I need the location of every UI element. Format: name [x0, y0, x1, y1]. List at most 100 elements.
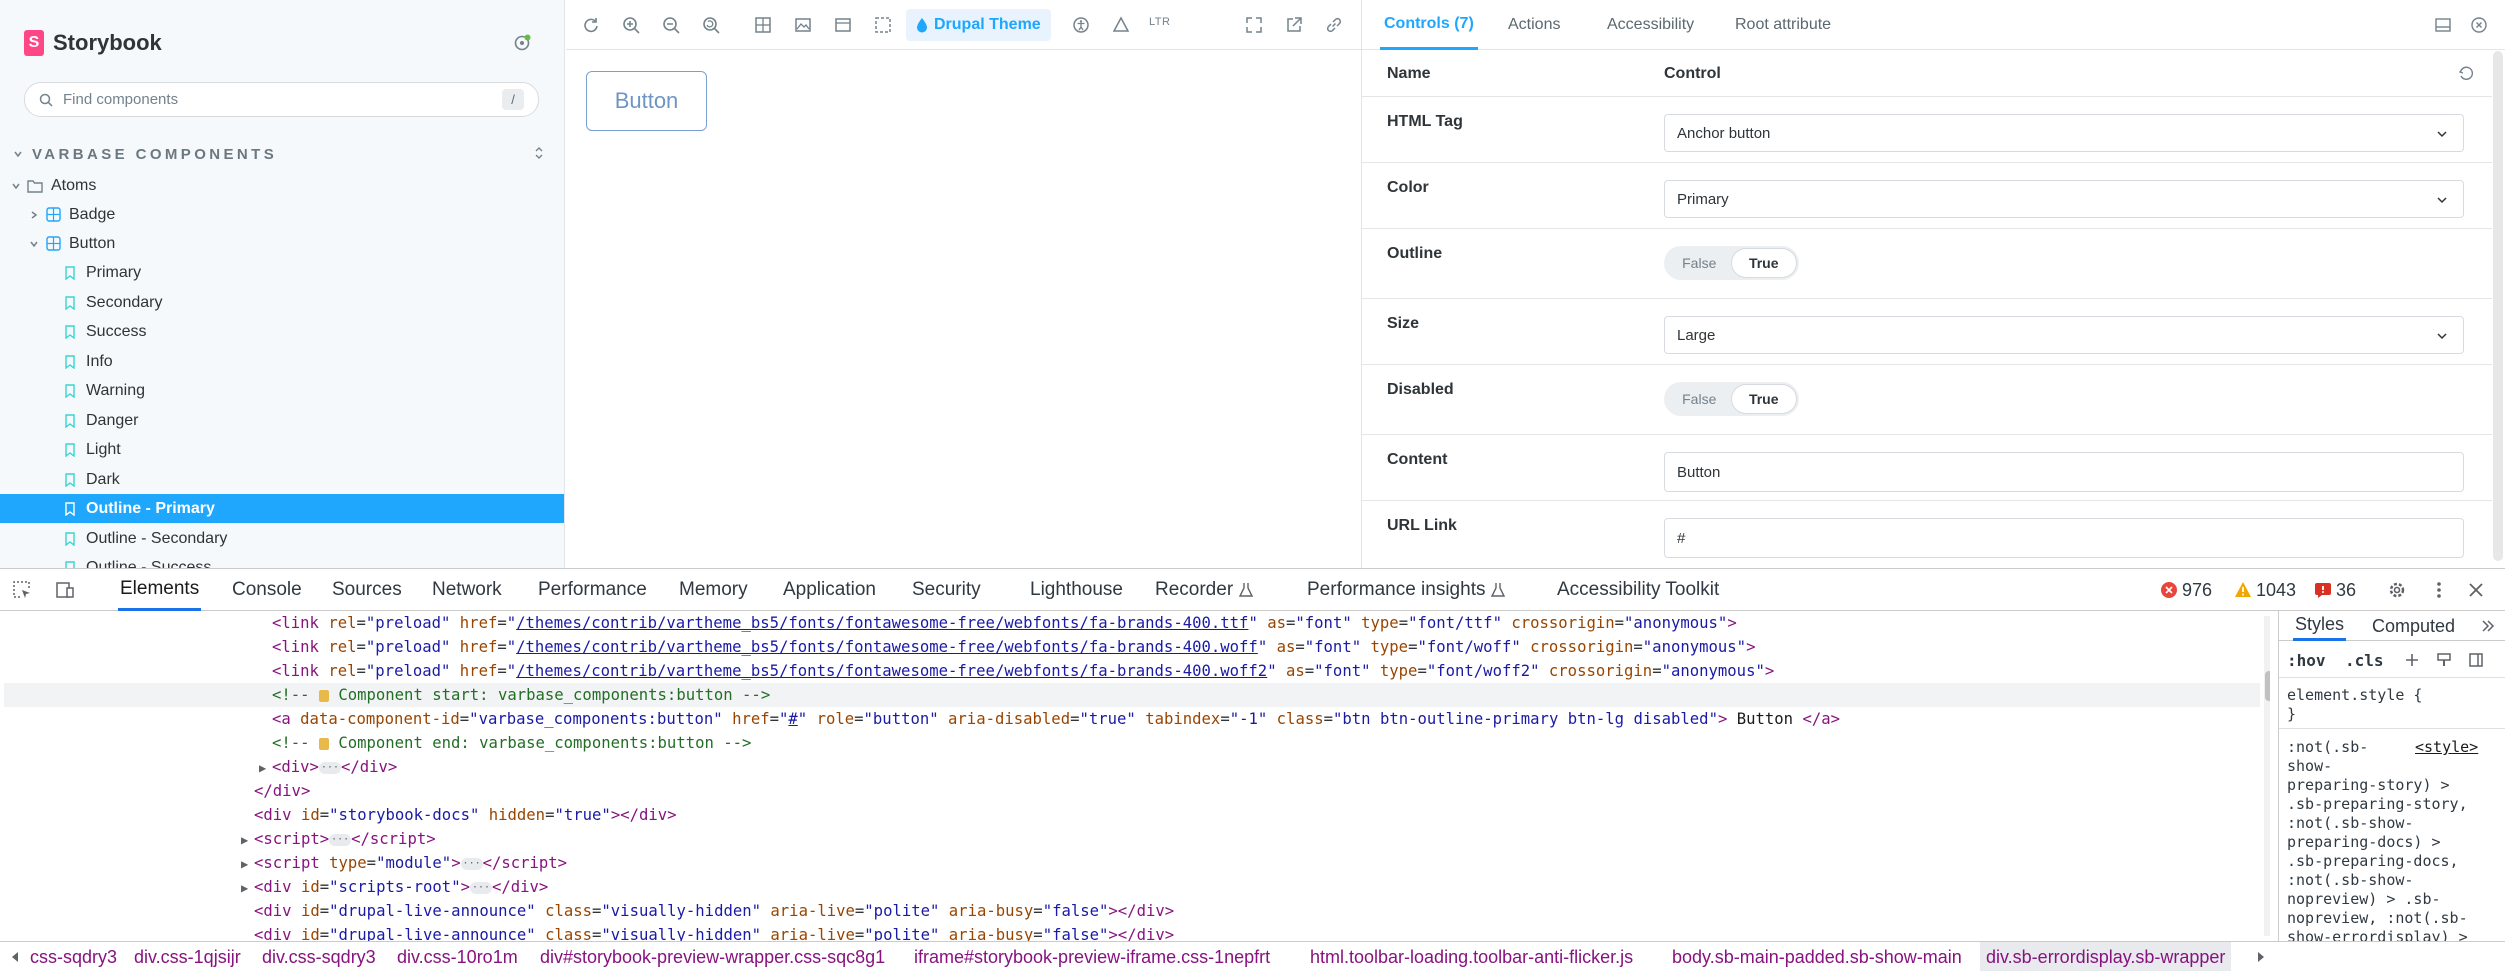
tab-console[interactable]: Console: [232, 569, 302, 611]
outline-toggle[interactable]: False True: [1664, 246, 1799, 280]
expand-triangle-icon[interactable]: ▶: [259, 761, 266, 775]
reset-icon[interactable]: [2458, 66, 2474, 82]
tree-item-button[interactable]: Button: [0, 229, 564, 258]
viewport-button[interactable]: [832, 14, 854, 36]
accessibility-vision-button[interactable]: [1070, 14, 1092, 36]
tab-accessibility-toolkit[interactable]: Accessibility Toolkit: [1557, 569, 1719, 611]
tab-actions[interactable]: Actions: [1508, 0, 1560, 50]
expand-all-icon[interactable]: [532, 146, 546, 160]
tree-item-story[interactable]: Info: [0, 347, 564, 376]
background-button[interactable]: [792, 14, 814, 36]
tree-item-story-selected[interactable]: Outline - Primary: [0, 494, 564, 523]
tree-item-story[interactable]: Primary: [0, 258, 564, 287]
source-link[interactable]: /themes/contrib/vartheme_bs5/fonts/fonta…: [516, 662, 1267, 680]
measure-button[interactable]: [1110, 14, 1132, 36]
plus-icon[interactable]: [2404, 652, 2420, 668]
dom-node-comment[interactable]: <!-- Component end: varbase_components:b…: [272, 731, 2270, 755]
expand-triangle-icon[interactable]: ▶: [241, 833, 248, 847]
dom-node[interactable]: <div id="scripts-root"> ··· </div>: [254, 875, 2270, 899]
url-link-textarea[interactable]: #: [1664, 518, 2464, 558]
dom-tree-scrollbar[interactable]: [2264, 616, 2270, 936]
breadcrumb-item[interactable]: div.css-10ro1m: [397, 942, 518, 971]
dom-node[interactable]: <link rel="preload" href="/themes/contri…: [272, 635, 2270, 659]
dom-node[interactable]: <div> ··· </div>: [272, 755, 2270, 779]
panel-scrollbar[interactable]: [2493, 51, 2503, 561]
toggle-true[interactable]: True: [1731, 249, 1796, 277]
tree-item-story[interactable]: Outline - Secondary: [0, 524, 564, 553]
breadcrumb-item[interactable]: body.sb-main-padded.sb-show-main: [1672, 942, 1962, 971]
tree-item-story[interactable]: Light: [0, 435, 564, 464]
collapsed-children[interactable]: ···: [469, 881, 492, 894]
source-link[interactable]: /themes/contrib/vartheme_bs5/fonts/fonta…: [516, 614, 1248, 632]
html-tag-select[interactable]: Anchor button: [1664, 114, 2464, 152]
dom-node-comment[interactable]: <!-- Component start: varbase_components…: [4, 683, 2260, 707]
tab-computed[interactable]: Computed: [2372, 611, 2455, 641]
class-toggle[interactable]: .cls: [2345, 651, 2384, 670]
dom-node[interactable]: <div id="storybook-docs" hidden="true"><…: [254, 803, 2270, 827]
tab-styles[interactable]: Styles: [2293, 611, 2347, 641]
scroll-left-icon[interactable]: [10, 951, 20, 963]
sidebar-toggle-icon[interactable]: [2468, 652, 2484, 668]
devtools-menu-button[interactable]: [2428, 579, 2450, 601]
tab-memory[interactable]: Memory: [679, 569, 748, 611]
tree-item-story[interactable]: Success: [0, 317, 564, 346]
section-header[interactable]: VARBASE COMPONENTS: [12, 144, 552, 164]
style-rule-line[interactable]: element.style {: [2287, 686, 2422, 705]
tree-item-story[interactable]: Warning: [0, 376, 564, 405]
outline-button[interactable]: [872, 14, 894, 36]
settings-button[interactable]: [510, 31, 534, 55]
preview-button[interactable]: Button: [586, 71, 707, 131]
brand[interactable]: S Storybook: [24, 28, 162, 58]
open-new-tab-button[interactable]: [1283, 14, 1305, 36]
dom-node-anchor[interactable]: <a data-component-id="varbase_components…: [272, 707, 2270, 731]
warning-counter[interactable]: 1043: [2234, 579, 2296, 601]
source-link[interactable]: /themes/contrib/vartheme_bs5/fonts/fonta…: [516, 638, 1258, 656]
tab-elements[interactable]: Elements: [118, 569, 202, 611]
grid-button[interactable]: [752, 14, 774, 36]
zoom-reset-button[interactable]: [700, 14, 722, 36]
tab-security[interactable]: Security: [912, 569, 981, 611]
breadcrumb-item[interactable]: iframe#storybook-preview-iframe.css-1nep…: [914, 942, 1270, 971]
remount-button[interactable]: [580, 14, 602, 36]
tree-item-story[interactable]: Danger: [0, 406, 564, 435]
breadcrumb-item[interactable]: html.toolbar-loading.toolbar-anti-flicke…: [1310, 942, 1633, 971]
tab-performance[interactable]: Performance: [538, 569, 647, 611]
expand-triangle-icon[interactable]: ▶: [241, 881, 248, 895]
dom-tree-scroll-thumb[interactable]: [2265, 671, 2270, 701]
inspect-element-button[interactable]: [11, 579, 33, 601]
breadcrumb-item[interactable]: css-sqdry3: [30, 942, 117, 971]
tab-accessibility[interactable]: Accessibility: [1607, 0, 1694, 50]
collapsed-children[interactable]: ···: [329, 833, 352, 846]
expand-triangle-icon[interactable]: ▶: [241, 857, 248, 871]
dom-node[interactable]: <div id="drupal-live-announce" class="vi…: [254, 923, 2270, 941]
scroll-right-icon[interactable]: [2256, 951, 2266, 963]
breadcrumb-item[interactable]: div.css-1qjsijr: [134, 942, 241, 971]
color-select[interactable]: Primary: [1664, 180, 2464, 218]
search-field[interactable]: Find components /: [24, 82, 539, 117]
breadcrumb-item-selected[interactable]: div.sb-errordisplay.sb-wrapper: [1980, 942, 2232, 971]
toggle-false[interactable]: False: [1667, 391, 1732, 407]
style-source-link[interactable]: <style>: [2415, 738, 2478, 757]
size-select[interactable]: Large: [1664, 316, 2464, 354]
collapsed-children[interactable]: ···: [460, 857, 483, 870]
dom-node[interactable]: <script> ··· </script>: [254, 827, 2270, 851]
device-toolbar-button[interactable]: [54, 579, 76, 601]
tab-network[interactable]: Network: [432, 569, 502, 611]
tab-sources[interactable]: Sources: [332, 569, 402, 611]
toggle-true[interactable]: True: [1731, 385, 1796, 413]
tree-item-badge[interactable]: Badge: [0, 200, 564, 229]
tab-recorder[interactable]: Recorder: [1155, 569, 1254, 611]
zoom-in-button[interactable]: [620, 14, 642, 36]
zoom-out-button[interactable]: [660, 14, 682, 36]
content-textarea[interactable]: Button: [1664, 452, 2464, 492]
panel-orientation-button[interactable]: [2432, 14, 2454, 36]
error-counter[interactable]: 976: [2160, 579, 2212, 601]
devtools-settings-button[interactable]: [2386, 579, 2408, 601]
direction-toggle[interactable]: LTR: [1149, 16, 1170, 28]
close-devtools-button[interactable]: [2465, 579, 2487, 601]
tab-application[interactable]: Application: [783, 569, 876, 611]
dom-node[interactable]: </div>: [254, 779, 2270, 803]
issues-counter[interactable]: 36: [2314, 579, 2356, 601]
double-chevron-right-icon[interactable]: [2481, 619, 2495, 633]
breadcrumb-item[interactable]: div.css-sqdry3: [262, 942, 376, 971]
